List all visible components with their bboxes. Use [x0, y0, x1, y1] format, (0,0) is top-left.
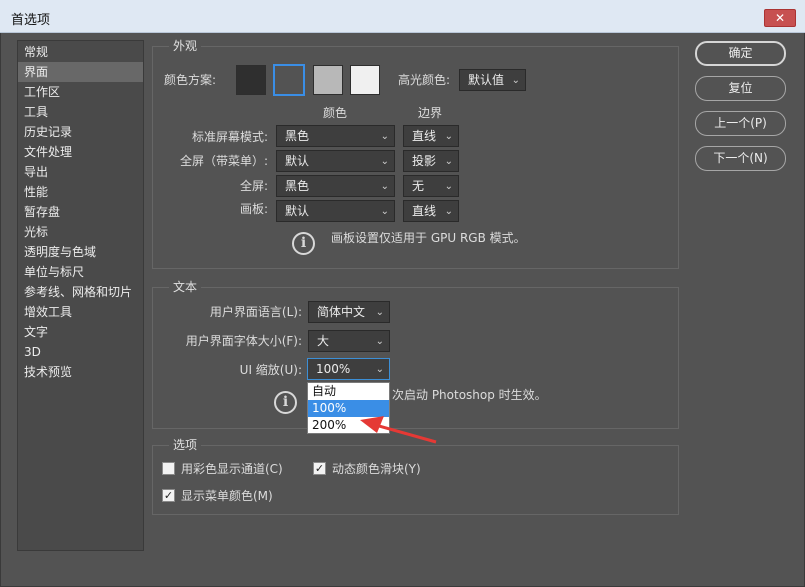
column-header-color: 颜色 [323, 106, 348, 120]
sidebar-item[interactable]: 界面 [18, 62, 143, 82]
ui-font-size-value: 大 [317, 334, 330, 348]
fullscreen-menu-border-value: 投影 [412, 154, 437, 168]
sidebar-list: 常规 界面 工作区 工具 历史记录 文件处理 导出 性能 暂存盘 光标 透明度与色域 单位与标尺 参考线… [18, 41, 143, 382]
artboard-label: 画板: [239, 202, 268, 216]
chevron-down-icon: ⌄ [375, 307, 384, 318]
chevron-down-icon: ⌄ [444, 206, 453, 217]
color-scheme-swatch-dark[interactable] [236, 65, 266, 95]
ui-font-size-label: 用户界面字体大小(F): [185, 334, 302, 348]
info-icon: i [292, 232, 315, 255]
show-menu-colors-checkbox[interactable]: ✓ [162, 489, 175, 502]
chevron-down-icon: ⌄ [511, 75, 520, 86]
fullscreen-border-select[interactable]: 无 ⌄ [403, 175, 459, 197]
info-icon: i [274, 391, 297, 414]
ui-scale-label: UI 缩放(U): [239, 363, 302, 377]
show-channels-color-checkbox[interactable] [162, 462, 175, 475]
fullscreen-menu-color-select[interactable]: 默认 ⌄ [276, 150, 395, 172]
column-header-border: 边界 [418, 106, 443, 120]
fullscreen-color-value: 黑色 [285, 179, 310, 193]
reset-button[interactable]: 复位 [695, 76, 786, 101]
ui-scale-value: 100% [316, 362, 351, 376]
sidebar-item[interactable]: 导出 [18, 162, 143, 182]
sidebar-item[interactable]: 技术预览 [18, 362, 143, 382]
show-menu-colors-label: 显示菜单颜色(M) [181, 489, 273, 503]
sidebar-item[interactable]: 3D [18, 342, 143, 362]
sidebar-item[interactable]: 工具 [18, 102, 143, 122]
ui-scale-select[interactable]: 100% ⌄ [307, 358, 390, 380]
standard-screen-border-value: 直线 [412, 129, 437, 143]
ui-language-label: 用户界面语言(L): [209, 305, 302, 319]
sidebar-item[interactable]: 参考线、网格和切片 [18, 282, 143, 302]
standard-screen-border-select[interactable]: 直线 ⌄ [403, 125, 459, 147]
standard-screen-color-value: 黑色 [285, 129, 310, 143]
close-icon: ✕ [774, 11, 786, 25]
ui-font-size-select[interactable]: 大 ⌄ [308, 330, 390, 352]
sidebar-item[interactable]: 增效工具 [18, 302, 143, 322]
options-group: 选项 [152, 437, 679, 515]
chevron-down-icon: ⌄ [380, 156, 389, 167]
checkmark-icon: ✓ [314, 462, 325, 475]
options-title: 选项 [169, 437, 202, 453]
close-button[interactable]: ✕ [764, 9, 796, 27]
ui-scale-option-200[interactable]: 200% [308, 417, 389, 434]
sidebar-item[interactable]: 光标 [18, 222, 143, 242]
chevron-down-icon: ⌄ [444, 181, 453, 192]
artboard-border-value: 直线 [412, 204, 437, 218]
chevron-down-icon: ⌄ [380, 131, 389, 142]
sidebar-item[interactable]: 暂存盘 [18, 202, 143, 222]
appearance-title: 外观 [169, 38, 202, 54]
chevron-down-icon: ⌄ [444, 131, 453, 142]
standard-screen-color-select[interactable]: 黑色 ⌄ [276, 125, 395, 147]
chevron-down-icon: ⌄ [375, 336, 384, 347]
sidebar-item[interactable]: 历史记录 [18, 122, 143, 142]
fullscreen-border-value: 无 [412, 179, 425, 193]
window-title: 首选项 [11, 13, 51, 28]
ok-button[interactable]: 确定 [695, 41, 786, 66]
sidebar-item[interactable]: 单位与标尺 [18, 262, 143, 282]
color-scheme-swatch-medium-light[interactable] [313, 65, 343, 95]
sidebar-item[interactable]: 工作区 [18, 82, 143, 102]
artboard-note: 画板设置仅适用于 GPU RGB 模式。 [331, 231, 526, 245]
sidebar-item[interactable]: 文件处理 [18, 142, 143, 162]
dynamic-color-sliders-checkbox[interactable]: ✓ [313, 462, 326, 475]
ui-language-select[interactable]: 简体中文 ⌄ [308, 301, 390, 323]
fullscreen-label: 全屏: [239, 179, 268, 193]
sidebar: 常规 界面 工作区 工具 历史记录 文件处理 导出 性能 暂存盘 光标 透明度与色域 单位与标尺 参考线… [17, 40, 144, 551]
highlight-color-label: 高光颜色: [398, 73, 451, 87]
chevron-down-icon: ⌄ [375, 364, 384, 375]
highlight-color-value: 默认值 [468, 73, 505, 87]
chevron-down-icon: ⌄ [380, 206, 389, 217]
ui-language-value: 简体中文 [317, 305, 366, 319]
title-bar: 首选项 ✕ [0, 0, 805, 33]
highlight-color-select[interactable]: 默认值 ⌄ [459, 69, 526, 91]
sidebar-item[interactable]: 文字 [18, 322, 143, 342]
fullscreen-menu-label: 全屏（带菜单）: [179, 154, 268, 168]
show-channels-color-label: 用彩色显示通道(C) [181, 462, 283, 476]
sidebar-item[interactable]: 性能 [18, 182, 143, 202]
artboard-border-select[interactable]: 直线 ⌄ [403, 200, 459, 222]
chevron-down-icon: ⌄ [380, 181, 389, 192]
next-button[interactable]: 下一个(N) [695, 146, 786, 171]
color-scheme-swatch-medium-dark[interactable] [273, 64, 305, 96]
fullscreen-menu-color-value: 默认 [285, 154, 310, 168]
dynamic-color-sliders-label: 动态颜色滑块(Y) [332, 462, 421, 476]
checkmark-icon: ✓ [163, 489, 174, 502]
chevron-down-icon: ⌄ [444, 156, 453, 167]
prev-button[interactable]: 上一个(P) [695, 111, 786, 136]
sidebar-item[interactable]: 透明度与色域 [18, 242, 143, 262]
fullscreen-menu-border-select[interactable]: 投影 ⌄ [403, 150, 459, 172]
artboard-color-value: 默认 [285, 204, 310, 218]
ui-scale-option-auto[interactable]: 自动 [308, 383, 389, 400]
ui-scale-dropdown[interactable]: 自动 100% 200% [307, 382, 390, 434]
ui-scale-option-100[interactable]: 100% [308, 400, 389, 417]
ui-scale-note: 次启动 Photoshop 时生效。 [392, 388, 547, 402]
color-scheme-swatch-light[interactable] [350, 65, 380, 95]
fullscreen-color-select[interactable]: 黑色 ⌄ [276, 175, 395, 197]
text-title: 文本 [169, 279, 202, 295]
sidebar-item[interactable]: 常规 [18, 42, 143, 62]
color-scheme-label: 颜色方案: [164, 73, 217, 87]
artboard-color-select[interactable]: 默认 ⌄ [276, 200, 395, 222]
standard-screen-label: 标准屏幕模式: [191, 130, 268, 144]
